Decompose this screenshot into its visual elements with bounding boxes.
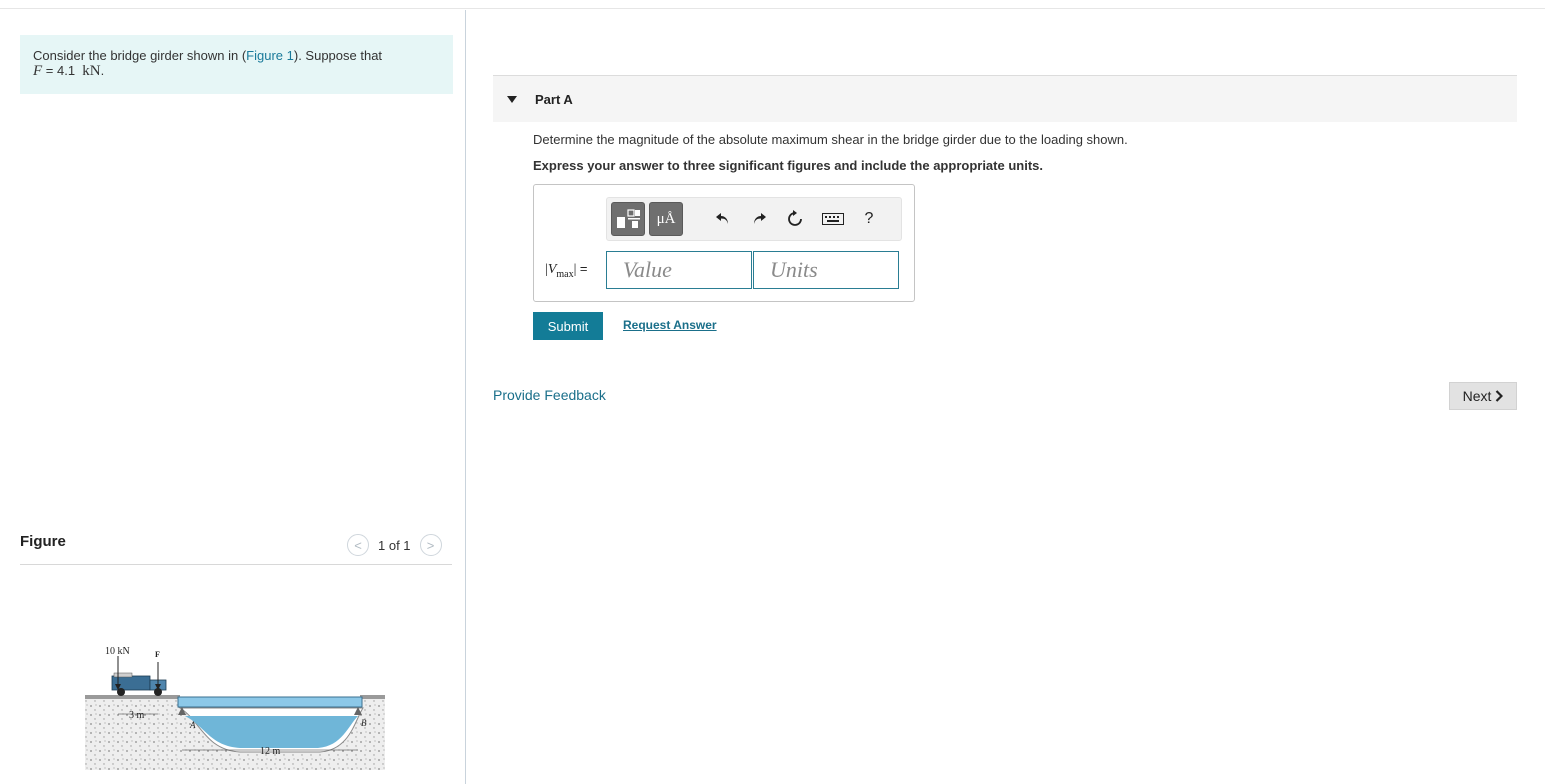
templates-icon bbox=[617, 209, 640, 228]
label-a: A bbox=[189, 720, 196, 730]
keyboard-button[interactable] bbox=[821, 207, 845, 231]
force-end: . bbox=[100, 63, 105, 78]
math-toolbar: μÅ ? bbox=[606, 197, 902, 241]
label-b: B bbox=[361, 718, 367, 728]
road-left bbox=[85, 695, 180, 699]
prev-figure-button[interactable]: < bbox=[347, 534, 369, 556]
figure-rule bbox=[20, 564, 452, 565]
mu-angstrom-label: μÅ bbox=[656, 210, 676, 227]
submit-button[interactable]: Submit bbox=[533, 312, 603, 340]
chevron-right-icon bbox=[1496, 390, 1504, 402]
question-text: Determine the magnitude of the absolute … bbox=[533, 132, 1128, 147]
figure-title: Figure bbox=[20, 533, 66, 550]
part-a-label: Part A bbox=[535, 91, 573, 107]
help-button[interactable]: ? bbox=[857, 207, 881, 231]
answer-box: μÅ ? |Vmax| = Value Units bbox=[533, 184, 915, 302]
undo-button[interactable] bbox=[711, 207, 735, 231]
value-input[interactable] bbox=[606, 251, 752, 289]
intro-text: Consider the bridge girder shown in ( bbox=[33, 48, 247, 63]
equals-sign: = bbox=[579, 261, 588, 276]
next-button[interactable]: Next bbox=[1449, 382, 1517, 410]
problem-intro: Consider the bridge girder shown in (Fig… bbox=[20, 35, 453, 94]
figure-link[interactable]: Figure 1 bbox=[246, 48, 294, 63]
figure-pager: < 1 of 1 > bbox=[347, 534, 442, 556]
force-unit: kN bbox=[82, 63, 101, 79]
force-symbol: F bbox=[33, 63, 43, 79]
road-right bbox=[360, 695, 385, 699]
chevron-right-icon: > bbox=[426, 537, 435, 553]
label-12m: 12 m bbox=[260, 746, 281, 757]
caret-down-icon bbox=[507, 95, 517, 103]
keyboard-icon bbox=[822, 213, 844, 225]
variable-subscript: max bbox=[556, 268, 574, 280]
pager-count: 1 of 1 bbox=[378, 537, 411, 553]
reset-button[interactable] bbox=[783, 207, 807, 231]
girder bbox=[177, 696, 363, 708]
instruction-text: Express your answer to three significant… bbox=[533, 158, 1043, 173]
panel-divider bbox=[465, 10, 466, 784]
redo-icon bbox=[754, 213, 766, 224]
label-f: F bbox=[155, 650, 160, 659]
next-figure-button[interactable]: > bbox=[419, 534, 442, 556]
reset-icon bbox=[788, 210, 802, 226]
label-3m: 3 m bbox=[129, 710, 145, 721]
part-a-header[interactable]: Part A bbox=[493, 76, 1517, 122]
variable-label: |Vmax| = bbox=[545, 261, 588, 280]
provide-feedback-link[interactable]: Provide Feedback bbox=[493, 387, 606, 403]
label-10kn: 10 kN bbox=[105, 646, 130, 657]
bridge-figure: 10 kN F 3 m 12 m A B bbox=[85, 646, 385, 770]
redo-button[interactable] bbox=[747, 207, 771, 231]
templates-button[interactable] bbox=[611, 202, 645, 236]
units-symbols-button[interactable]: μÅ bbox=[649, 202, 683, 236]
intro-text-after: ). Suppose that bbox=[293, 48, 383, 63]
undo-icon bbox=[716, 213, 728, 224]
units-input[interactable] bbox=[753, 251, 899, 289]
top-rule bbox=[0, 8, 1545, 9]
force-value: = 4.1 bbox=[42, 63, 83, 78]
next-label: Next bbox=[1462, 388, 1492, 404]
help-icon: ? bbox=[864, 210, 874, 227]
request-answer-link[interactable]: Request Answer bbox=[623, 318, 717, 332]
chevron-left-icon: < bbox=[354, 537, 362, 553]
